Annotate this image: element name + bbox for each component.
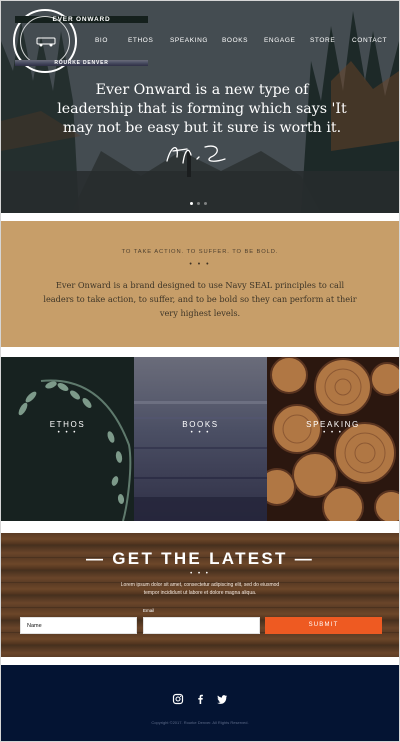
email-field[interactable] [143, 617, 260, 634]
tile-dots: • • • [323, 430, 343, 436]
instagram-icon[interactable] [172, 692, 184, 705]
hero-quote: Ever Onward is a new type of leadership … [57, 82, 347, 136]
tile-ethos[interactable]: ETHOS • • • [1, 357, 134, 521]
feature-tiles: ETHOS • • • BOOKS • • • SPEAKING • • • [1, 357, 399, 521]
twitter-icon[interactable] [216, 692, 228, 704]
submit-button[interactable]: SUBMIT [265, 617, 382, 634]
nav-item-books[interactable]: BOOKS [222, 37, 248, 44]
newsletter-dots: • • • [190, 571, 210, 577]
tile-label: BOOKS [182, 420, 219, 429]
tile-dots: • • • [190, 430, 211, 436]
name-field[interactable]: Name [20, 617, 137, 634]
brand-tagline: TO TAKE ACTION. TO SUFFER. TO BE BOLD. [121, 249, 279, 255]
facebook-icon[interactable] [194, 692, 206, 704]
newsletter-description: Lorem ipsum dolor sit amet, consectetur … [120, 582, 280, 596]
slide-dot[interactable] [204, 202, 207, 205]
newsletter-section: — GET THE LATEST — • • • Lorem ipsum dol… [1, 533, 399, 657]
nav-item-engage[interactable]: ENGAGE [264, 37, 295, 44]
tile-books[interactable]: BOOKS • • • [134, 357, 267, 521]
social-links [1, 692, 399, 705]
signature-image [166, 145, 226, 164]
tile-dots: • • • [57, 430, 78, 436]
logo-bottom-text: ROURKE DENVER [15, 60, 148, 66]
copyright-text: Copyright ©2017. Rourke Denver. All Righ… [151, 720, 249, 725]
tile-speaking[interactable]: SPEAKING • • • [267, 357, 399, 521]
slide-dot[interactable] [197, 202, 200, 205]
brand-description: Ever Onward is a brand designed to use N… [43, 280, 357, 318]
footer: Copyright ©2017. Rourke Denver. All Righ… [1, 665, 399, 741]
main-nav: BIO ETHOS SPEAKING BOOKS ENGAGE STORE CO… [1, 37, 399, 49]
nav-item-bio[interactable]: BIO [95, 37, 108, 44]
tile-label: ETHOS [49, 420, 86, 429]
brand-divider-dots: • • • [189, 261, 211, 268]
page: EVER ONWARD ROURKE DENVER BIO ETHOS SPEA… [0, 0, 400, 742]
tile-label: SPEAKING [306, 420, 360, 429]
brand-section: TO TAKE ACTION. TO SUFFER. TO BE BOLD. •… [1, 221, 399, 347]
logs-image [267, 357, 399, 521]
slide-dot-active[interactable] [190, 202, 193, 205]
ocean-image [134, 401, 267, 521]
email-label: Email [143, 608, 155, 613]
nav-item-contact[interactable]: CONTACT [352, 37, 387, 44]
newsletter-heading: — GET THE LATEST — [85, 549, 315, 568]
hero-section: EVER ONWARD ROURKE DENVER BIO ETHOS SPEA… [1, 1, 399, 213]
nav-item-speaking[interactable]: SPEAKING [170, 37, 208, 44]
nav-item-ethos[interactable]: ETHOS [128, 37, 153, 44]
nav-item-store[interactable]: STORE [310, 37, 335, 44]
fern-image [1, 357, 134, 521]
slider-pagination [1, 202, 399, 206]
